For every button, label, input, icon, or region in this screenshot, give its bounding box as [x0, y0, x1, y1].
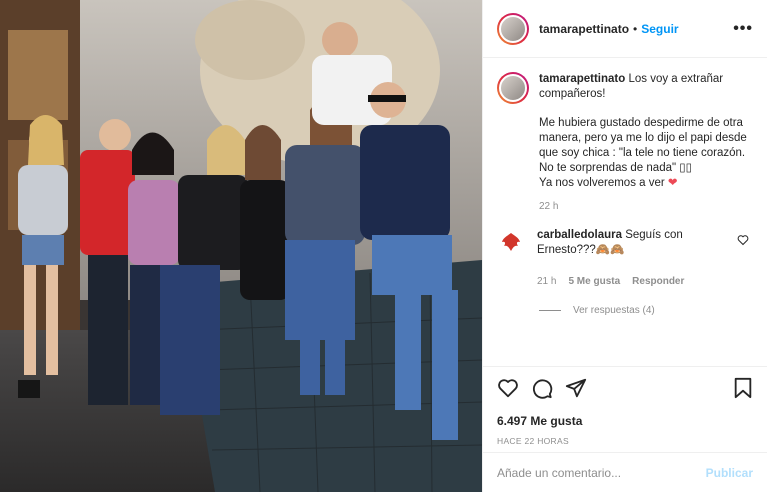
- more-options-icon[interactable]: •••: [733, 20, 753, 38]
- author-avatar[interactable]: [497, 12, 529, 45]
- comment-item: carballedolaura Seguís con Ernesto???🙈🙈 …: [497, 228, 753, 289]
- bookmark-icon[interactable]: [733, 377, 753, 404]
- post-age: HACE 22 HORAS: [497, 436, 569, 446]
- post-header: tamarapettinato • Seguir •••: [483, 0, 767, 58]
- caption-line-2: Me hubiera gustado despedirme de otra ma…: [539, 117, 747, 174]
- instagram-post: tamarapettinato • Seguir ••• tamarapetti…: [0, 0, 767, 492]
- comment-meta: 21 h 5 Me gusta Responder: [537, 274, 732, 289]
- group-photo-illustration: [0, 0, 482, 492]
- comment-username[interactable]: carballedolaura: [537, 229, 622, 241]
- commenter-avatar[interactable]: [497, 228, 525, 256]
- comment-input[interactable]: Añade un comentario...: [497, 466, 621, 480]
- heart-icon[interactable]: [497, 377, 519, 404]
- caption-time: 22 h: [539, 201, 559, 212]
- share-icon[interactable]: [565, 377, 587, 404]
- comment-icon[interactable]: [531, 377, 553, 404]
- add-comment-bar: Añade un comentario... Publicar: [483, 452, 767, 492]
- caption-avatar[interactable]: [497, 72, 529, 104]
- caption-line-3: Ya nos volveremos a ver: [539, 177, 665, 189]
- header-separator: •: [633, 21, 638, 36]
- author-username[interactable]: tamarapettinato: [539, 22, 629, 36]
- commenter-avatar-icon: [502, 233, 520, 251]
- person-2: [80, 119, 135, 405]
- caption-username[interactable]: tamarapettinato: [539, 73, 625, 85]
- view-replies-label[interactable]: Ver respuestas (4): [573, 305, 655, 316]
- caption: tamarapettinato Los voy a extrañar compa…: [497, 72, 753, 191]
- caption-text: tamarapettinato Los voy a extrañar compa…: [539, 72, 749, 191]
- comment-likes[interactable]: 5 Me gusta: [568, 274, 620, 289]
- small-heart-icon[interactable]: [737, 233, 749, 251]
- post-sidebar: tamarapettinato • Seguir ••• tamarapetti…: [482, 0, 767, 492]
- follow-button[interactable]: Seguir: [641, 22, 678, 36]
- post-photo[interactable]: [0, 0, 482, 492]
- publish-button[interactable]: Publicar: [706, 466, 753, 480]
- action-icons: [497, 377, 753, 404]
- likes-count[interactable]: 6.497 Me gusta: [497, 414, 753, 428]
- reply-button[interactable]: Responder: [632, 274, 684, 289]
- view-replies[interactable]: Ver respuestas (4): [539, 305, 753, 316]
- replies-divider: [539, 310, 561, 311]
- comment-text: carballedolaura Seguís con Ernesto???🙈🙈 …: [537, 228, 732, 289]
- comment-time: 21 h: [537, 276, 557, 287]
- caption-line-3-wrap: Ya nos volveremos a ver ❤: [539, 176, 749, 191]
- action-bar: 6.497 Me gusta HACE 22 HORAS: [483, 366, 767, 446]
- red-heart-icon: ❤: [667, 177, 678, 189]
- comments-section: tamarapettinato Los voy a extrañar compa…: [483, 58, 767, 316]
